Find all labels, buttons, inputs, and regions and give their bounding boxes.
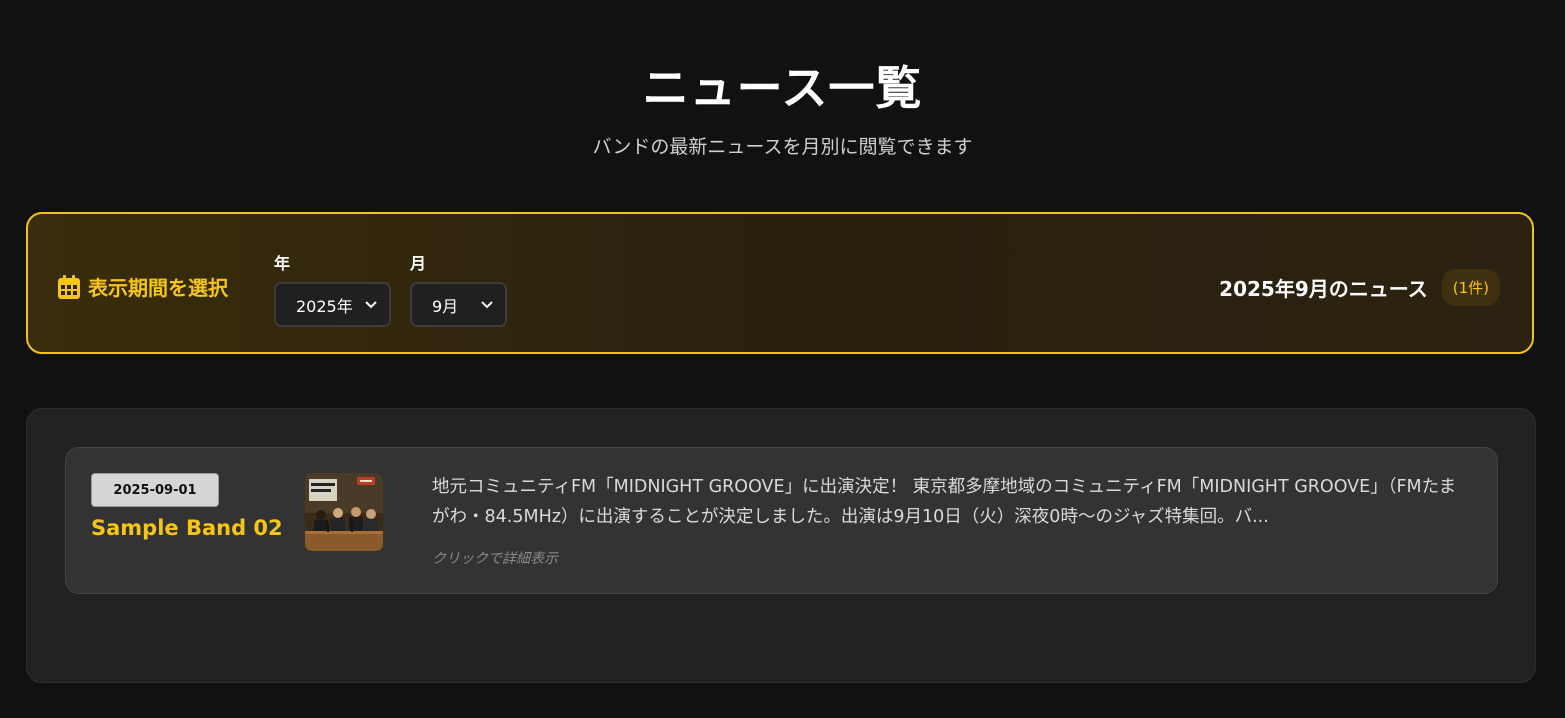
chevron-down-icon xyxy=(365,300,377,309)
chevron-down-icon xyxy=(481,300,493,309)
news-page: ニュース一覧 バンドの最新ニュースを月別に閲覧できます 表示期間を選択 年 20… xyxy=(0,0,1565,718)
year-select-value: 2025年 xyxy=(296,296,353,316)
period-filter-label: 表示期間を選択 xyxy=(88,276,228,300)
month-select-value: 9月 xyxy=(432,296,459,316)
page-title: ニュース一覧 xyxy=(642,61,923,115)
month-field: 月 9月 xyxy=(410,250,507,327)
band-name: Sample Band 02 xyxy=(91,516,283,540)
detail-hint: クリックで詳細表示 xyxy=(432,551,558,567)
period-filter-panel: 表示期間を選択 年 2025年 月 9月 2025年9月のニュース (1件) xyxy=(26,212,1534,354)
news-list-panel: 2025-09-01 Sample Band 02 地元コミュニティFM「MID… xyxy=(26,408,1536,683)
calendar-icon xyxy=(58,274,80,299)
count-badge: (1件) xyxy=(1441,269,1500,306)
year-select[interactable]: 2025年 xyxy=(274,282,391,327)
month-label: 月 xyxy=(410,254,427,273)
result-summary: 2025年9月のニュース (1件) xyxy=(1219,269,1500,306)
news-thumbnail xyxy=(305,473,383,551)
month-select[interactable]: 9月 xyxy=(410,282,507,327)
news-excerpt: 地元コミュニティFM「MIDNIGHT GROOVE」に出演決定！ 東京都多摩地… xyxy=(432,477,1457,527)
year-field: 年 2025年 xyxy=(274,250,391,327)
page-subtitle: バンドの最新ニュースを月別に閲覧できます xyxy=(592,136,973,158)
date-badge: 2025-09-01 xyxy=(91,473,219,507)
period-filter-heading: 表示期間を選択 xyxy=(58,272,228,301)
year-label: 年 xyxy=(274,254,291,273)
result-title: 2025年9月のニュース xyxy=(1219,277,1428,301)
news-card[interactable]: 2025-09-01 Sample Band 02 地元コミュニティFM「MID… xyxy=(65,447,1498,594)
